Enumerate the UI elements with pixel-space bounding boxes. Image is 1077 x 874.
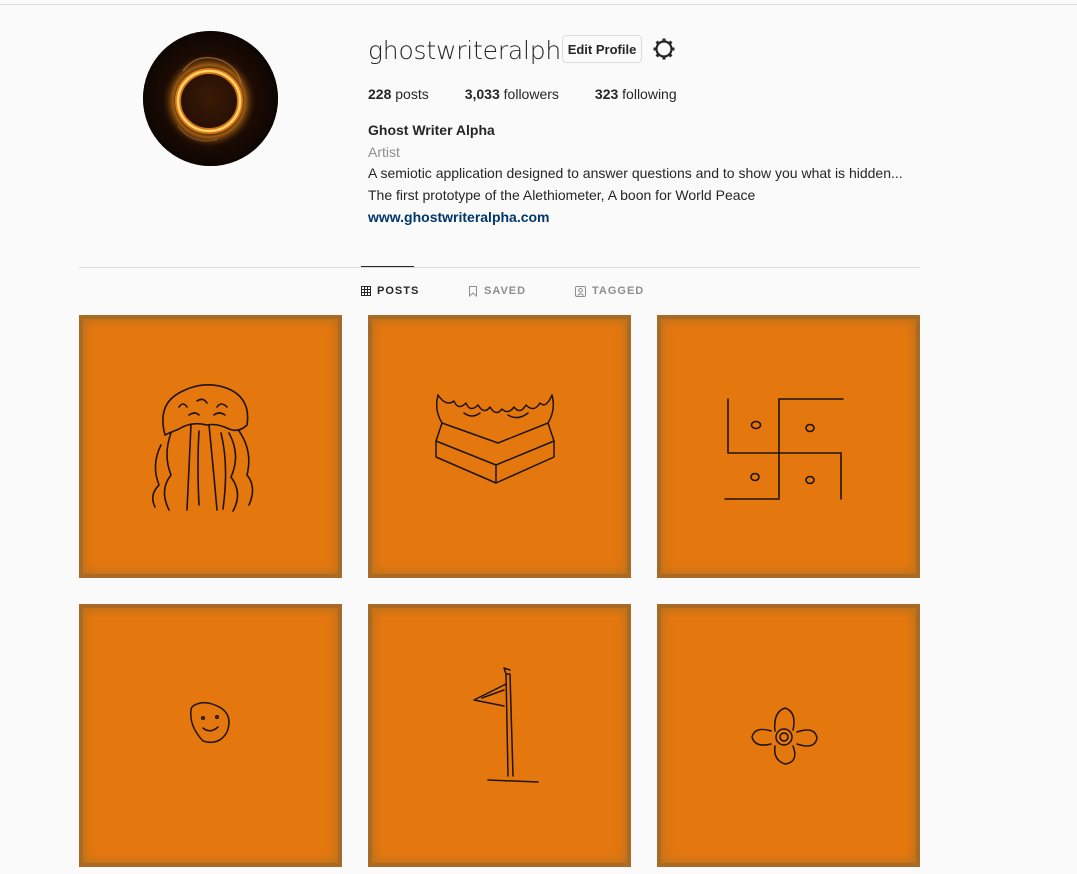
followers-link[interactable]: 3,033 followers <box>465 86 559 102</box>
flower-drawing-icon <box>751 707 818 765</box>
tab-saved-label: SAVED <box>484 285 527 297</box>
tab-tagged[interactable]: TAGGED <box>575 285 644 297</box>
active-tab-indicator <box>361 266 414 267</box>
post-tile-flag[interactable] <box>368 604 631 867</box>
swastika-drawing-icon <box>724 398 844 500</box>
post-tile-swastika[interactable] <box>657 315 920 578</box>
tab-tagged-label: TAGGED <box>592 285 645 297</box>
post-tile-jellyfish[interactable] <box>79 315 342 578</box>
tab-saved[interactable]: SAVED <box>468 285 526 297</box>
jellyfish-drawing-icon <box>151 384 254 512</box>
post-tile-flower[interactable] <box>657 604 920 867</box>
tab-posts-label: POSTS <box>377 285 420 297</box>
following-count-value: 323 <box>594 86 619 102</box>
profile-stats: 228 posts 3,033 followers 323 following <box>368 86 713 102</box>
tab-posts[interactable]: POSTS <box>361 285 419 297</box>
profile-category: Artist <box>368 144 400 160</box>
profile-bio-line-1: A semiotic application designed to answe… <box>368 165 903 181</box>
followers-label: followers <box>499 86 559 102</box>
flag-on-pole-drawing-icon <box>473 667 539 783</box>
face-drawing-icon <box>190 701 230 744</box>
fire-altar-drawing-icon <box>435 394 555 484</box>
profile-username: ghostwriteralpha <box>368 36 577 65</box>
tabs-divider <box>79 267 920 268</box>
following-label: following <box>618 86 677 102</box>
post-tile-face[interactable] <box>79 604 342 867</box>
bookmark-icon <box>468 285 478 297</box>
post-tile-fire-altar[interactable] <box>368 315 631 578</box>
edit-profile-button[interactable]: Edit Profile <box>562 35 642 63</box>
profile-avatar[interactable] <box>143 31 278 166</box>
posts-count: 228 posts <box>368 86 429 102</box>
tag-portrait-icon <box>575 285 586 297</box>
posts-count-label: posts <box>391 86 429 102</box>
profile-bio-line-2: The first prototype of the Alethiometer,… <box>368 187 756 203</box>
top-border <box>0 4 1077 5</box>
profile-website-link[interactable]: www.ghostwriteralpha.com <box>368 209 550 225</box>
following-link[interactable]: 323 following <box>595 86 677 102</box>
followers-count-value: 3,033 <box>464 86 500 102</box>
grid-icon <box>361 286 371 296</box>
posts-count-value: 228 <box>368 86 392 102</box>
profile-full-name: Ghost Writer Alpha <box>368 122 495 138</box>
settings-gear-icon[interactable] <box>652 37 676 61</box>
